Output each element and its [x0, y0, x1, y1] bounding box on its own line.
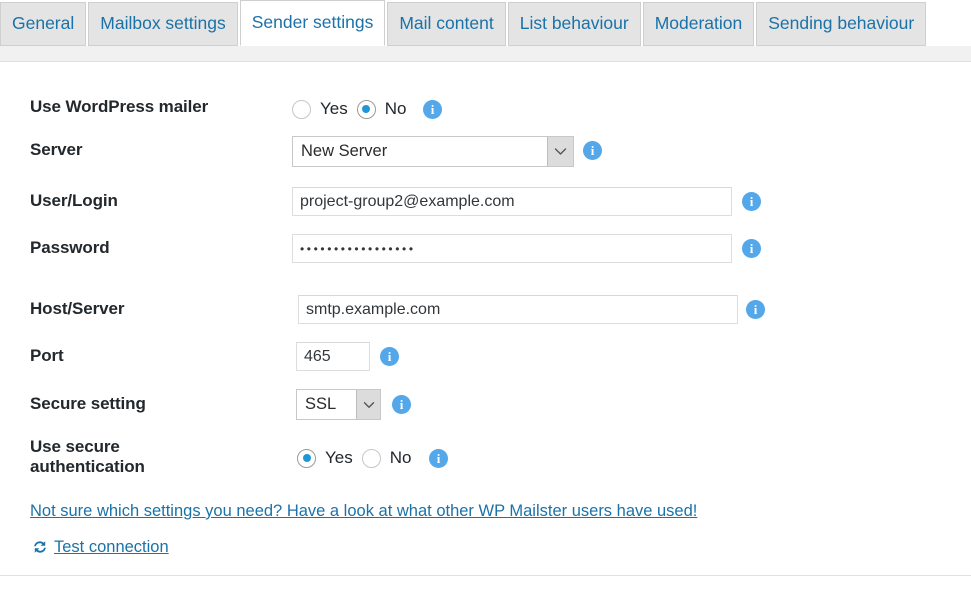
- tab-label: Mail content: [399, 15, 493, 33]
- test-connection-label: Test connection: [54, 538, 169, 557]
- chevron-down-icon: [547, 137, 573, 166]
- host-server-input[interactable]: [298, 295, 738, 324]
- label-use-wordpress-mailer: Use WordPress mailer: [30, 97, 208, 117]
- tabstrip-gray-band: [0, 46, 971, 62]
- row-use-wordpress-mailer: Use WordPress mailer Yes No i: [0, 97, 971, 123]
- info-icon-secure-setting[interactable]: i: [392, 395, 411, 414]
- info-icon-server[interactable]: i: [583, 141, 602, 160]
- label-server: Server: [30, 140, 82, 160]
- label-host-server: Host/Server: [30, 299, 124, 319]
- password-masked-value: •••••••••••••••••: [300, 242, 416, 256]
- select-secure-setting[interactable]: SSL: [296, 389, 381, 420]
- test-connection-button[interactable]: Test connection: [30, 537, 169, 557]
- radio-use-wordpress-mailer-yes[interactable]: [292, 100, 311, 119]
- settings-tab-bar: General Mailbox settings Sender settings…: [0, 0, 971, 46]
- tab-sender-settings[interactable]: Sender settings: [240, 0, 386, 46]
- sync-refresh-icon: [30, 537, 50, 557]
- radio-label-yes: Yes: [320, 99, 348, 119]
- radio-use-wordpress-mailer-no[interactable]: [357, 100, 376, 119]
- label-use-secure-authentication: Use secure authentication: [30, 437, 260, 477]
- radio-use-secure-authentication-no[interactable]: [362, 449, 381, 468]
- select-server-value: New Server: [293, 137, 547, 166]
- label-secure-setting: Secure setting: [30, 394, 146, 414]
- row-user-login: User/Login i: [0, 187, 971, 217]
- page-bottom-divider: [0, 575, 971, 576]
- label-line-1: Use secure: [30, 437, 260, 457]
- radio-group-use-secure-authentication: Yes No: [297, 448, 420, 468]
- info-icon-use-wordpress-mailer[interactable]: i: [423, 100, 442, 119]
- tab-list-behaviour[interactable]: List behaviour: [508, 2, 641, 46]
- info-icon-glyph: i: [750, 195, 754, 208]
- tab-sending-behaviour[interactable]: Sending behaviour: [756, 2, 926, 46]
- tab-general[interactable]: General: [0, 2, 86, 46]
- user-login-input[interactable]: [292, 187, 732, 216]
- row-password: Password ••••••••••••••••• i: [0, 234, 971, 264]
- radio-label-yes: Yes: [325, 448, 353, 468]
- tab-label: Moderation: [655, 15, 743, 33]
- radio-label-no: No: [390, 448, 412, 468]
- settings-help-link[interactable]: Not sure which settings you need? Have a…: [30, 502, 697, 521]
- info-icon-glyph: i: [750, 242, 754, 255]
- info-icon-user-login[interactable]: i: [742, 192, 761, 211]
- info-icon-glyph: i: [431, 103, 435, 116]
- info-icon-glyph: i: [437, 452, 441, 465]
- label-line-2: authentication: [30, 457, 260, 477]
- row-port: Port i: [0, 342, 971, 372]
- tab-moderation[interactable]: Moderation: [643, 2, 755, 46]
- tab-label: Sender settings: [252, 14, 374, 32]
- label-port: Port: [30, 346, 64, 366]
- info-icon-password[interactable]: i: [742, 239, 761, 258]
- info-icon-glyph: i: [591, 144, 595, 157]
- info-icon-use-secure-authentication[interactable]: i: [429, 449, 448, 468]
- select-server[interactable]: New Server: [292, 136, 574, 167]
- label-user-login: User/Login: [30, 191, 118, 211]
- row-use-secure-authentication: Use secure authentication Yes No i: [0, 437, 971, 481]
- label-password: Password: [30, 238, 110, 258]
- tab-mailbox-settings[interactable]: Mailbox settings: [88, 2, 237, 46]
- radio-group-use-wordpress-mailer: Yes No: [292, 99, 415, 119]
- chevron-down-icon: [356, 390, 380, 419]
- info-icon-glyph: i: [400, 398, 404, 411]
- info-icon-host-server[interactable]: i: [746, 300, 765, 319]
- select-secure-setting-value: SSL: [297, 390, 356, 419]
- tab-label: Mailbox settings: [100, 15, 225, 33]
- info-icon-port[interactable]: i: [380, 347, 399, 366]
- radio-label-no: No: [385, 99, 407, 119]
- row-server: Server New Server i: [0, 135, 971, 167]
- settings-page: General Mailbox settings Sender settings…: [0, 0, 971, 591]
- tab-label: Sending behaviour: [768, 15, 914, 33]
- radio-use-secure-authentication-yes[interactable]: [297, 449, 316, 468]
- tab-mail-content[interactable]: Mail content: [387, 2, 505, 46]
- port-input[interactable]: [296, 342, 370, 371]
- row-secure-setting: Secure setting SSL i: [0, 389, 971, 421]
- row-host-server: Host/Server i: [0, 295, 971, 325]
- info-icon-glyph: i: [388, 350, 392, 363]
- info-icon-glyph: i: [754, 303, 758, 316]
- password-input[interactable]: •••••••••••••••••: [292, 234, 732, 263]
- tab-label: List behaviour: [520, 15, 629, 33]
- tab-label: General: [12, 15, 74, 33]
